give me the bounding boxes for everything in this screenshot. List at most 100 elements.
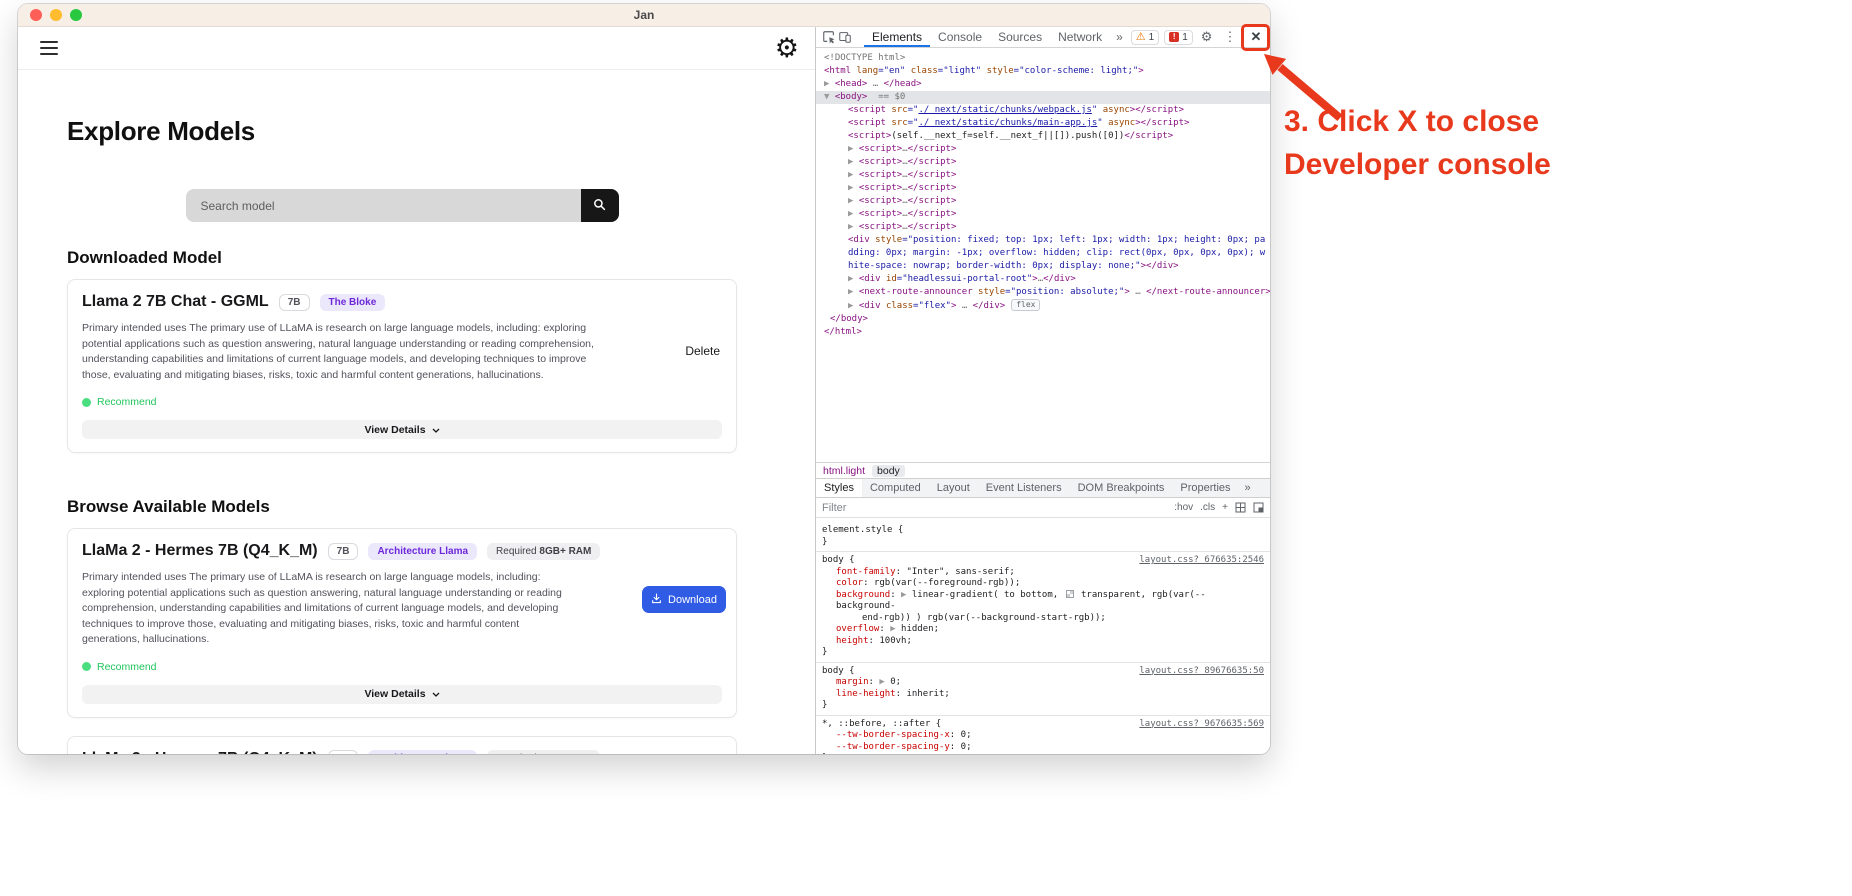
tab-computed[interactable]: Computed [862,479,929,497]
downloaded-section-title: Downloaded Model [67,248,737,268]
new-rule-plus-icon[interactable]: + [1222,502,1228,513]
computed-panel-icon[interactable] [1253,502,1264,513]
css-file-link[interactable]: layout.css?_89676635:50 [1139,666,1264,678]
css-property-line[interactable]: font-family: "Inter", sans-serif; [822,567,1264,579]
tab-elements[interactable]: Elements [864,27,930,47]
css-property-line[interactable]: end-rgb)) ) rgb(var(--background-start-r… [822,613,1264,625]
window-close-button[interactable] [30,9,42,21]
css-selector: element.style { [822,525,903,537]
tab-event-listeners[interactable]: Event Listeners [978,479,1070,497]
view-details-button[interactable]: View Details [82,685,722,704]
css-property-line[interactable]: overflow: ▶ hidden; [822,624,1264,636]
styles-rules[interactable]: element.style {}body {layout.css?_676635… [816,518,1270,754]
devtools-menu-kebab-icon[interactable]: ⋮ [1220,29,1239,45]
css-property-line[interactable]: height: 100vh; [822,636,1264,648]
tab-properties[interactable]: Properties [1172,479,1238,497]
devtools-tabs: Elements Console Sources Network » [864,27,1129,47]
inspect-element-icon[interactable] [822,28,836,46]
dom-tree-line[interactable]: <script src="./_next/static/chunks/webpa… [816,104,1270,117]
tab-dom-breakpoints[interactable]: DOM Breakpoints [1070,479,1173,497]
errors-badge[interactable]: ! 1 [1164,30,1193,45]
tab-sources[interactable]: Sources [990,27,1050,47]
css-selector: *, ::before, ::after { [822,719,941,731]
model-card-browse-2: LlaMa 2 - Hermes 7B (Q4_K_M) 7B Architec… [67,736,737,755]
settings-gear-icon[interactable]: ⚙ [775,35,799,62]
search-button[interactable] [581,189,619,222]
devtools-settings-gear-icon[interactable]: ⚙ [1198,29,1216,45]
dom-tree-line[interactable]: dding: 0px; margin: -1px; overflow: hidd… [816,247,1270,260]
tab-layout[interactable]: Layout [929,479,978,497]
model-title: Llama 2 7B Chat - GGML [82,293,269,311]
warnings-badge[interactable]: ⚠ 1 [1131,30,1159,45]
sidebar-more-chevron-icon[interactable]: » [1239,482,1257,494]
tab-console[interactable]: Console [930,27,990,47]
delete-button[interactable]: Delete [685,344,720,358]
model-title: LlaMa 2 - Hermes 7B (Q4_K_M) [82,542,318,560]
traffic-lights [30,9,82,21]
app-toolbar: ⚙ [18,27,815,70]
dom-tree-line[interactable]: ▶ <script>…</script> [816,208,1270,221]
view-details-button[interactable]: View Details [82,420,722,439]
css-file-link[interactable]: layout.css?_9676635:569 [1139,719,1264,731]
chevron-down-icon [432,688,440,700]
view-details-label: View Details [364,688,425,700]
model-size-badge: 7B [279,294,310,311]
styles-filter-bar: :hov .cls + [816,498,1270,518]
dom-tree-line[interactable]: </body> [816,313,1270,326]
breadcrumb: html.light body [816,462,1270,478]
download-icon [651,593,662,607]
dom-tree-line[interactable]: ▼ <body> == $0 [816,91,1270,104]
download-button[interactable]: Download [642,586,726,613]
dom-tree-line[interactable]: ▶ <script>…</script> [816,195,1270,208]
css-property-line[interactable]: line-height: inherit; [822,689,1264,701]
breadcrumb-html[interactable]: html.light [823,465,865,477]
dom-tree-line[interactable]: ▶ <next-route-announcer style="position:… [816,286,1270,299]
dom-tree-line[interactable]: <!DOCTYPE html> [816,52,1270,65]
css-file-link[interactable]: layout.css?_676635:2546 [1139,555,1264,567]
styles-filter-input[interactable] [822,502,1167,514]
menu-hamburger-icon[interactable] [40,37,60,59]
page-title: Explore Models [67,116,737,147]
css-rule: body {layout.css?_676635:2546font-family… [816,552,1270,663]
dom-tree[interactable]: <!DOCTYPE html><html lang="en" class="li… [816,48,1270,462]
jan-app-panel: ⚙ Explore Models Dow [18,27,815,754]
window-zoom-button[interactable] [70,9,82,21]
dom-tree-line[interactable]: ▶ <head> … </head> [816,78,1270,91]
dom-tree-line[interactable]: <div style="position: fixed; top: 1px; l… [816,234,1270,247]
dom-tree-line[interactable]: ▶ <script>…</script> [816,169,1270,182]
css-property-line[interactable]: background: ▶ linear-gradient( to bottom… [822,590,1264,613]
device-toolbar-icon[interactable] [838,28,852,46]
dom-tree-line[interactable]: ▶ <script>…</script> [816,143,1270,156]
class-toggle[interactable]: .cls [1200,502,1215,513]
recommend-status-dot [82,662,91,671]
dom-tree-line[interactable]: <script src="./_next/static/chunks/main-… [816,117,1270,130]
grid-overlay-icon[interactable] [1235,502,1246,513]
css-property-line[interactable]: margin: ▶ 0; [822,677,1264,689]
window-titlebar[interactable]: Jan [18,4,1270,27]
css-property-line[interactable]: --tw-border-spacing-x: 0; [822,730,1264,742]
search-input[interactable] [186,189,581,222]
dom-tree-line[interactable]: <script>(self.__next_f=self.__next_f||[]… [816,130,1270,143]
dom-tree-line[interactable]: ▶ <script>…</script> [816,156,1270,169]
css-property-line[interactable]: color: rgb(var(--foreground-rgb)); [822,578,1264,590]
warning-icon: ⚠ [1136,32,1146,43]
dom-tree-line[interactable]: ▶ <script>…</script> [816,182,1270,195]
devtools-panel: Elements Console Sources Network » ⚠ 1 ! [815,27,1270,754]
window-minimize-button[interactable] [50,9,62,21]
dom-tree-line[interactable]: ▶ <div id="headlessui-portal-root">…</di… [816,273,1270,286]
css-property-line[interactable]: --tw-border-spacing-y: 0; [822,742,1264,754]
dom-tree-line[interactable]: </html> [816,326,1270,339]
dom-tree-line[interactable]: ▶ <div class="flex"> … </div>flex [816,299,1270,313]
breadcrumb-body[interactable]: body [872,465,905,477]
dom-tree-line[interactable]: <html lang="en" class="light" style="col… [816,65,1270,78]
hover-state-toggle[interactable]: :hov [1174,502,1193,513]
more-tabs-chevron-icon[interactable]: » [1110,30,1129,44]
warning-count: 1 [1149,32,1155,43]
tab-network[interactable]: Network [1050,27,1110,47]
model-description: Primary intended uses The primary use of… [82,321,609,383]
model-architecture-badge: Architecture Llama [368,750,477,754]
dom-tree-line[interactable]: hite-space: nowrap; border-width: 0px; d… [816,260,1270,273]
recommend-label: Recommend [97,396,157,408]
tab-styles[interactable]: Styles [816,479,862,497]
dom-tree-line[interactable]: ▶ <script>…</script> [816,221,1270,234]
